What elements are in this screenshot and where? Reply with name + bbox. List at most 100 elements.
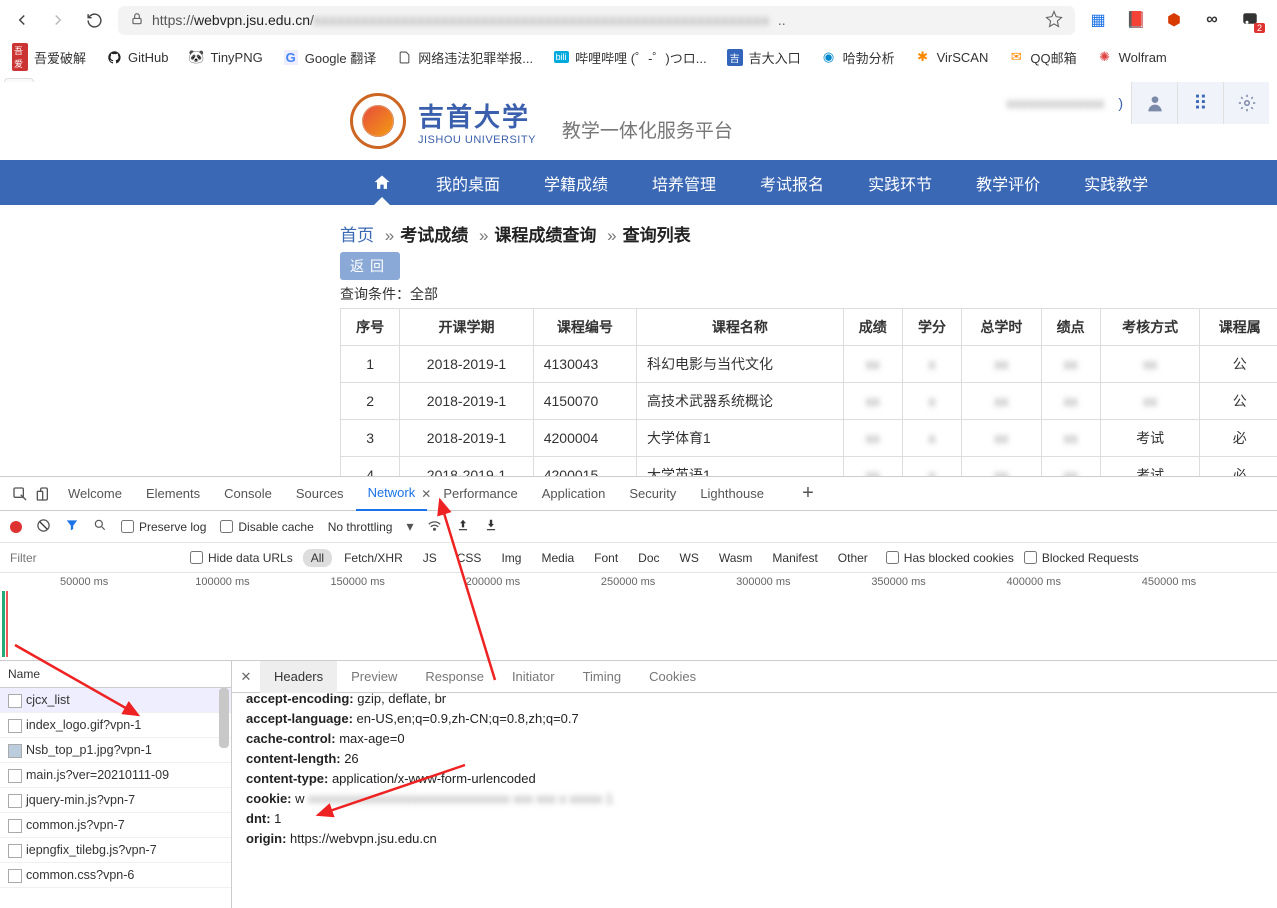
wifi-icon[interactable] — [427, 518, 442, 536]
reload-button[interactable] — [82, 8, 106, 32]
headers-body[interactable]: accept-encoding: gzip, deflate, braccept… — [232, 693, 1277, 908]
type-filter[interactable]: All — [303, 549, 332, 567]
request-item[interactable]: index_logo.gif?vpn-1 — [0, 713, 231, 738]
devtools-tab-welcome[interactable]: Welcome — [56, 477, 134, 511]
table-row[interactable]: 12018-2019-14130043科幻电影与当代文化xxxxxxxxx公 — [341, 346, 1277, 383]
request-item[interactable]: jquery-min.js?vpn-7 — [0, 788, 231, 813]
type-filter[interactable]: Manifest — [764, 549, 825, 567]
address-bar[interactable]: https://webvpn.jsu.edu.cn/xxxxxxxxxxxxxx… — [118, 6, 1075, 35]
detail-tab-response[interactable]: Response — [411, 661, 498, 693]
forward-button[interactable] — [46, 8, 70, 32]
nav-item[interactable]: 实践教学 — [1062, 160, 1170, 205]
timeline[interactable]: 50000 ms100000 ms150000 ms200000 ms25000… — [0, 573, 1277, 661]
type-filter[interactable]: Other — [830, 549, 876, 567]
ext-icon[interactable]: 📕 — [1125, 9, 1147, 31]
request-item[interactable]: iepngfix_tilebg.js?vpn-7 — [0, 838, 231, 863]
detail-tab-initiator[interactable]: Initiator — [498, 661, 569, 693]
request-item[interactable]: cjcx_list — [0, 688, 231, 713]
nav-item[interactable]: 实践环节 — [846, 160, 954, 205]
record-button[interactable] — [10, 521, 22, 533]
type-filter[interactable]: Media — [533, 549, 582, 567]
inspect-icon[interactable] — [8, 486, 32, 502]
detail-tab-preview[interactable]: Preview — [337, 661, 411, 693]
blocked-requests-checkbox[interactable]: Blocked Requests — [1024, 551, 1139, 565]
nav-item[interactable]: 学籍成绩 — [522, 160, 630, 205]
bookmark-item[interactable]: ◉哈勃分析 — [821, 48, 895, 67]
filter-input[interactable] — [10, 551, 180, 565]
type-filter[interactable]: Fetch/XHR — [336, 549, 411, 567]
header-row: content-type: application/x-www-form-url… — [246, 771, 1263, 786]
bookmark-item[interactable]: GGoogle 翻译 — [283, 48, 377, 67]
request-item[interactable]: Nsb_top_p1.jpg?vpn-1 — [0, 738, 231, 763]
type-filter[interactable]: Wasm — [711, 549, 761, 567]
devtools-tab-lighthouse[interactable]: Lighthouse — [688, 477, 776, 511]
close-icon[interactable]: ✕ — [421, 487, 431, 501]
bookmark-item[interactable]: 吉吉大入口 — [727, 48, 801, 67]
devtools-tab-security[interactable]: Security — [617, 477, 688, 511]
star-icon[interactable] — [1045, 10, 1063, 31]
detail-tab-headers[interactable]: Headers — [260, 661, 337, 693]
type-filter[interactable]: Doc — [630, 549, 667, 567]
disable-cache-checkbox[interactable]: Disable cache — [220, 520, 313, 534]
bookmark-item[interactable]: bili哔哩哔哩 (゜-゜)つロ... — [553, 48, 706, 67]
table-row[interactable]: 22018-2019-14150070高技术武器系统概论xxxxxxxxx公 — [341, 383, 1277, 420]
upload-icon[interactable] — [456, 518, 470, 535]
devtools-tab-elements[interactable]: Elements — [134, 477, 212, 511]
reqlist-header[interactable]: Name — [0, 661, 231, 688]
nav-home[interactable] — [350, 160, 414, 205]
settings-icon[interactable] — [1223, 82, 1269, 124]
nav-item[interactable]: 教学评价 — [954, 160, 1062, 205]
preserve-log-checkbox[interactable]: Preserve log — [121, 520, 206, 534]
filter-icon[interactable] — [65, 518, 79, 535]
user-name[interactable]: xxxxxxxxxxxxxx — [992, 95, 1118, 111]
bookmark-item[interactable]: 吾爱吾爱破解 — [12, 48, 86, 67]
close-detail-button[interactable]: ✕ — [232, 669, 260, 685]
bookmark-item[interactable]: GitHub — [106, 49, 168, 65]
request-item[interactable]: common.css?vpn-6 — [0, 863, 231, 888]
back-page-button[interactable]: 返回 — [340, 252, 400, 280]
nav-item[interactable]: 培养管理 — [630, 160, 738, 205]
bookmark-item[interactable]: ✱VirSCAN — [915, 49, 989, 65]
bookmark-label: 吾爱破解 — [34, 48, 86, 67]
crumb-home[interactable]: 首页 — [340, 226, 374, 245]
request-item[interactable]: common.js?vpn-7 — [0, 813, 231, 838]
device-icon[interactable] — [32, 486, 56, 502]
type-filter[interactable]: CSS — [449, 549, 490, 567]
type-filter[interactable]: JS — [415, 549, 445, 567]
back-button[interactable] — [10, 8, 34, 32]
scrollbar[interactable] — [219, 688, 229, 748]
search-icon[interactable] — [93, 518, 107, 535]
chevron-down-icon[interactable]: ▾ — [406, 518, 413, 535]
download-icon[interactable] — [484, 518, 498, 535]
nav-item[interactable]: 考试报名 — [738, 160, 846, 205]
bookmark-item[interactable]: 网络违法犯罪举报... — [396, 48, 533, 67]
throttling-select[interactable]: No throttling — [328, 520, 393, 534]
type-filter[interactable]: Img — [493, 549, 529, 567]
notifications-ext-icon[interactable]: 2 — [1239, 9, 1261, 31]
col-header: 绩点 — [1041, 309, 1100, 346]
type-filter[interactable]: WS — [672, 549, 707, 567]
devtools-tab-application[interactable]: Application — [530, 477, 618, 511]
blocked-cookies-checkbox[interactable]: Has blocked cookies — [886, 551, 1014, 565]
add-tab-button[interactable]: + — [796, 482, 820, 505]
table-row[interactable]: 32018-2019-14200004大学体育1xxxxxxx考试必 — [341, 420, 1277, 457]
bookmark-item[interactable]: 🐼TinyPNG — [188, 49, 262, 65]
devtools-tab-performance[interactable]: Performance — [431, 477, 529, 511]
bookmark-item[interactable]: ✉QQ邮箱 — [1008, 48, 1076, 67]
translate-ext-icon[interactable]: ▦ — [1087, 9, 1109, 31]
infinity-ext-icon[interactable]: ∞ — [1201, 9, 1223, 31]
detail-tab-timing[interactable]: Timing — [569, 661, 636, 693]
devtools-tab-network[interactable]: Network — [356, 477, 428, 511]
devtools-tab-sources[interactable]: Sources — [284, 477, 356, 511]
nav-item[interactable]: 我的桌面 — [414, 160, 522, 205]
clear-button[interactable] — [36, 518, 51, 536]
office-ext-icon[interactable]: ⬢ — [1163, 9, 1185, 31]
type-filter[interactable]: Font — [586, 549, 626, 567]
detail-tab-cookies[interactable]: Cookies — [635, 661, 710, 693]
apps-icon[interactable]: ⠿ — [1177, 82, 1223, 124]
bookmark-item[interactable]: ✺Wolfram — [1097, 49, 1167, 65]
hide-data-urls-checkbox[interactable]: Hide data URLs — [190, 551, 293, 565]
avatar-icon[interactable] — [1131, 82, 1177, 124]
request-item[interactable]: main.js?ver=20210111-09 — [0, 763, 231, 788]
devtools-tab-console[interactable]: Console — [212, 477, 284, 511]
